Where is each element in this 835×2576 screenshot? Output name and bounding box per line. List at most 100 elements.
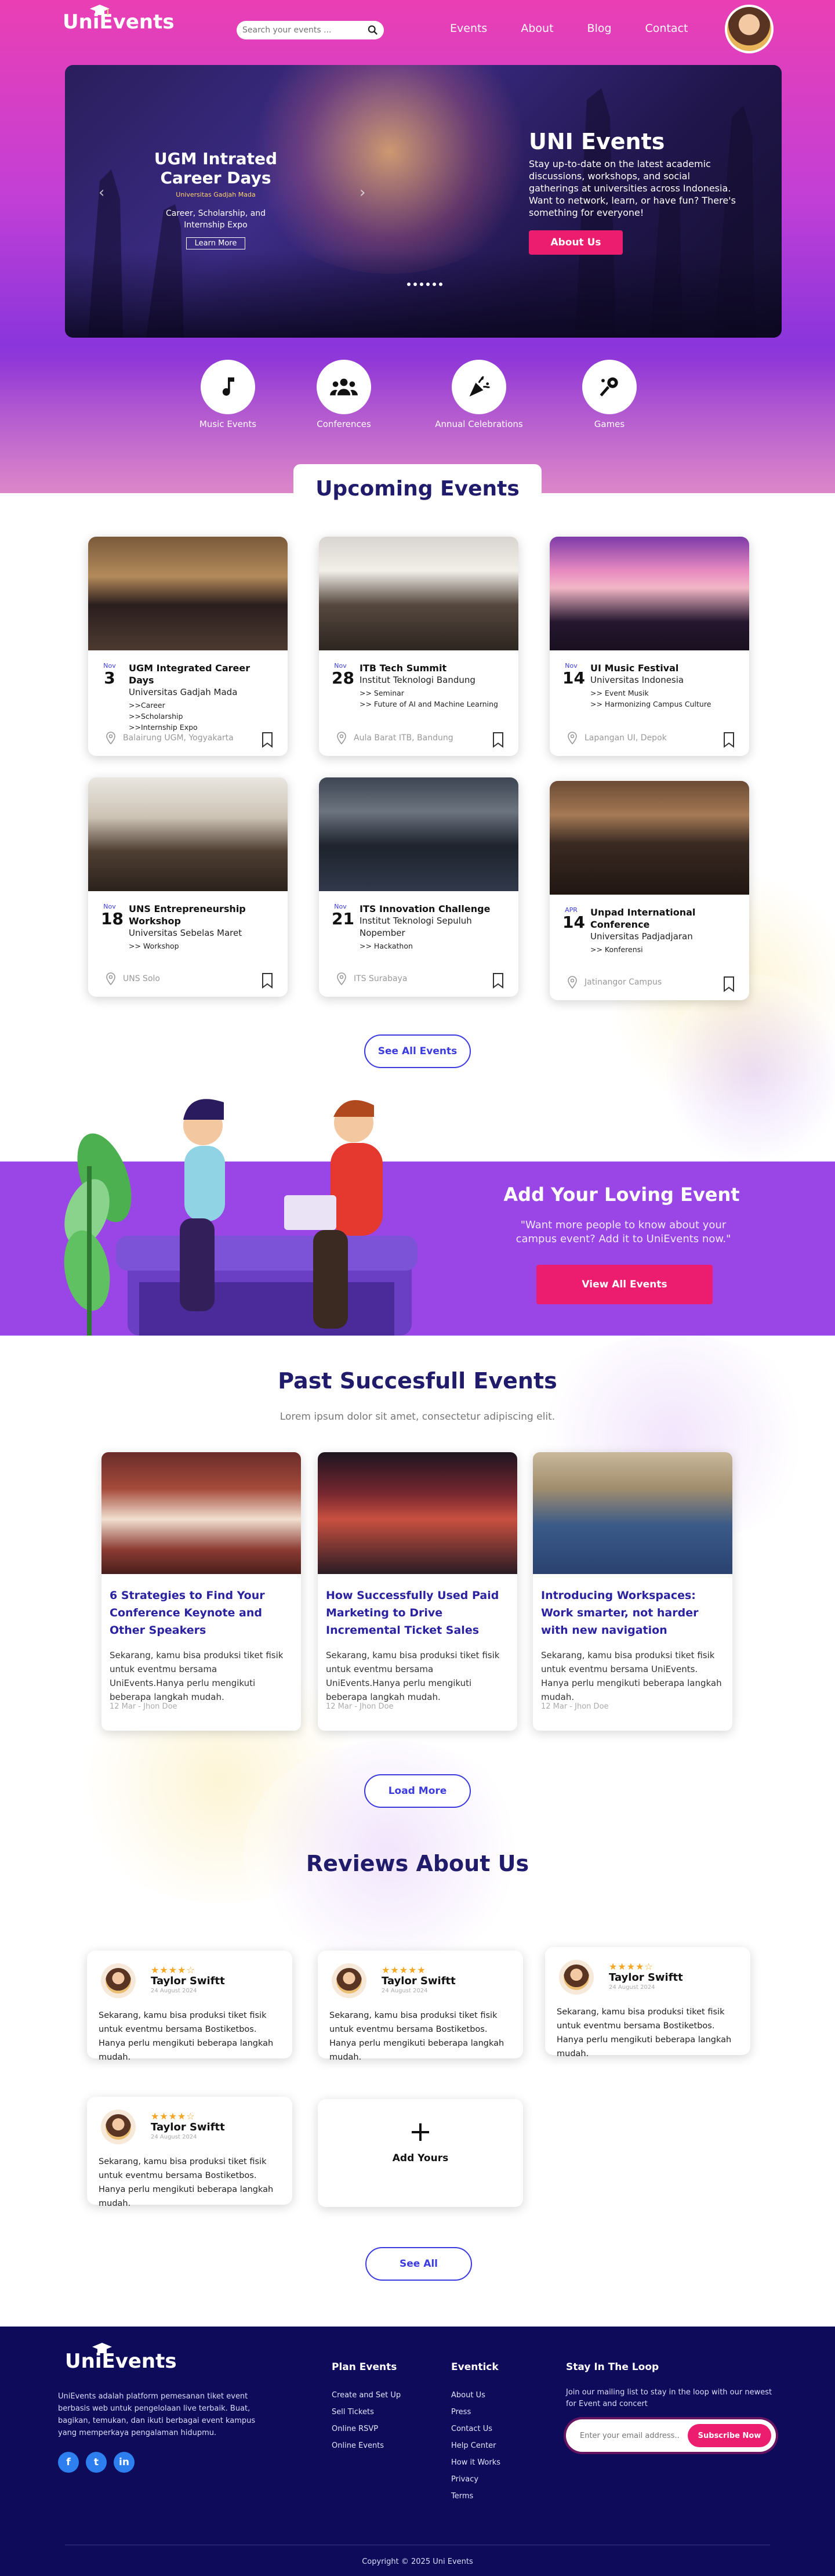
event-tag: >> Seminar xyxy=(360,689,404,697)
nav-link-events[interactable]: Events xyxy=(450,22,487,35)
search-input[interactable] xyxy=(242,26,368,35)
event-info: ITB Tech Summit Institut Teknologi Bandu… xyxy=(360,662,507,710)
game-icon xyxy=(582,360,637,414)
search-icon[interactable] xyxy=(368,25,378,35)
footer-link[interactable]: Create and Set Up xyxy=(332,2387,401,2404)
carousel-prev-arrow[interactable]: ‹ xyxy=(99,184,104,201)
footer-link[interactable]: Online Events xyxy=(332,2437,401,2454)
past-event-image xyxy=(318,1452,517,1574)
event-card[interactable]: APR 14 Unpad International Conference Uni… xyxy=(550,781,749,1000)
footer-link[interactable]: Contact Us xyxy=(451,2421,500,2437)
load-more-button[interactable]: Load More xyxy=(364,1774,471,1808)
bookmark-icon[interactable] xyxy=(261,972,274,989)
carousel-dot[interactable] xyxy=(426,283,430,286)
hero-carousel: ‹ › UGM Intrated Career Days Universitas… xyxy=(65,65,782,338)
review-text: Sekarang, kamu bisa produksi tiket fisik… xyxy=(99,2011,274,2062)
category-games[interactable]: Games xyxy=(563,360,656,429)
copyright: Copyright © 2025 Uni Events xyxy=(362,2557,473,2566)
footer-link[interactable]: Terms xyxy=(451,2488,500,2505)
nav-link-about[interactable]: About xyxy=(521,22,553,35)
past-event-title[interactable]: Introducing Workspaces: Work smarter, no… xyxy=(541,1587,724,1639)
event-date: Nov 21 xyxy=(332,903,354,928)
add-review-card[interactable]: + Add Yours xyxy=(318,2099,523,2207)
location-pin-icon xyxy=(337,732,346,744)
email-input[interactable] xyxy=(580,2431,688,2440)
event-tag: >> Harmonizing Campus Culture xyxy=(590,700,711,708)
subscribe-button[interactable]: Subscribe Now xyxy=(688,2424,771,2447)
people-illustration xyxy=(64,1099,418,1336)
event-info: UGM Integrated Career Days Universitas G… xyxy=(129,662,277,733)
past-event-card[interactable]: Introducing Workspaces: Work smarter, no… xyxy=(533,1452,732,1731)
carousel-next-arrow[interactable]: › xyxy=(360,184,365,201)
carousel-dot[interactable] xyxy=(420,283,423,286)
bookmark-icon[interactable] xyxy=(492,732,504,748)
past-event-meta: 12 Mar - Jhon Doe xyxy=(326,1702,394,1711)
carousel-dot[interactable] xyxy=(439,283,442,286)
event-image xyxy=(88,537,288,650)
past-event-image xyxy=(101,1452,301,1574)
past-event-title[interactable]: How Successfully Used Paid Marketing to … xyxy=(326,1587,509,1639)
event-location: ITS Surabaya xyxy=(336,972,407,985)
category-conferences[interactable]: Conferences xyxy=(297,360,390,429)
carousel-dot[interactable] xyxy=(433,283,436,286)
footer-link[interactable]: Press xyxy=(451,2404,500,2421)
bookmark-icon[interactable] xyxy=(723,732,735,748)
bookmark-icon[interactable] xyxy=(492,972,504,989)
footer-link[interactable]: Privacy xyxy=(451,2471,500,2488)
hero-info: UNI Events Stay up-to-date on the latest… xyxy=(529,129,738,255)
event-card[interactable]: Nov 14 UI Music Festival Universitas Indo… xyxy=(550,537,749,756)
event-location-text: Jatinangor Campus xyxy=(584,978,662,987)
footer-link[interactable]: About Us xyxy=(451,2387,500,2404)
reviewer-name: Taylor Swiftt xyxy=(382,1975,456,1987)
twitter-icon[interactable]: t xyxy=(86,2452,107,2473)
nav-link-blog[interactable]: Blog xyxy=(587,22,612,35)
event-card[interactable]: Nov 28 ITB Tech Summit Institut Teknologi… xyxy=(319,537,518,756)
avatar-image xyxy=(727,7,771,51)
event-location: Aula Barat ITB, Bandung xyxy=(336,732,453,744)
see-all-reviews-button[interactable]: See All xyxy=(365,2247,472,2281)
logo[interactable]: UniEvents xyxy=(63,5,175,34)
event-card[interactable]: Nov 21 ITS Innovation Challenge Institut … xyxy=(319,777,518,997)
category-music-events[interactable]: Music Events xyxy=(181,360,274,429)
footer-newsletter: Stay In The Loop Join our mailing list t… xyxy=(566,2361,776,2452)
category-annual-celebrations[interactable]: Annual Celebrations xyxy=(433,360,525,429)
past-event-title[interactable]: 6 Strategies to Find Your Conference Key… xyxy=(110,1587,293,1639)
view-all-events-button[interactable]: View All Events xyxy=(536,1265,713,1304)
review-date: 24 August 2024 xyxy=(609,1984,655,1991)
past-event-card[interactable]: 6 Strategies to Find Your Conference Key… xyxy=(101,1452,301,1731)
bookmark-icon[interactable] xyxy=(261,732,274,748)
linkedin-icon[interactable]: in xyxy=(114,2452,135,2473)
footer-link[interactable]: Help Center xyxy=(451,2437,500,2454)
event-info: UNS Entrepreneurship Workshop Universita… xyxy=(129,903,277,951)
category-label: Annual Celebrations xyxy=(435,419,523,429)
slide-description: Career, Scholarship, and Internship Expo xyxy=(165,209,266,230)
location-pin-icon xyxy=(337,972,346,985)
event-card[interactable]: Nov 3 UGM Integrated Career Days Universi… xyxy=(88,537,288,756)
event-organizer: Institut Teknologi Sepuluh Nopember xyxy=(360,916,472,938)
footer-link[interactable]: Sell Tickets xyxy=(332,2404,401,2421)
footer-logo[interactable]: UniEvents xyxy=(65,2343,177,2373)
user-avatar[interactable] xyxy=(725,5,774,53)
facebook-icon[interactable]: f xyxy=(58,2452,79,2473)
hero-text: Stay up-to-date on the latest academic d… xyxy=(529,158,736,218)
footer-link[interactable]: Online RSVP xyxy=(332,2421,401,2437)
event-day: 28 xyxy=(332,668,354,688)
event-tag: >>Career xyxy=(129,701,165,710)
past-event-card[interactable]: How Successfully Used Paid Marketing to … xyxy=(318,1452,517,1731)
nav-link-contact[interactable]: Contact xyxy=(645,22,688,35)
bookmark-icon[interactable] xyxy=(723,976,735,992)
slide-title: UGM Intrated Career Days xyxy=(154,149,278,187)
event-day: 3 xyxy=(104,668,115,688)
footer-link[interactable]: How it Works xyxy=(451,2454,500,2471)
footer-eventick: Eventick About Us Press Contact Us Help … xyxy=(451,2361,500,2505)
reviewer-avatar xyxy=(101,1963,136,1998)
event-image xyxy=(88,777,288,891)
newsletter-text: Join our mailing list to stay in the loo… xyxy=(566,2388,772,2408)
event-card[interactable]: Nov 18 UNS Entrepreneurship Workshop Univ… xyxy=(88,777,288,997)
nav-links: Events About Blog Contact xyxy=(450,22,721,35)
carousel-dot[interactable] xyxy=(413,283,417,286)
learn-more-button[interactable]: Learn More xyxy=(186,237,246,249)
about-us-button[interactable]: About Us xyxy=(529,230,623,255)
carousel-dots xyxy=(407,283,442,286)
carousel-dot[interactable] xyxy=(407,283,411,286)
